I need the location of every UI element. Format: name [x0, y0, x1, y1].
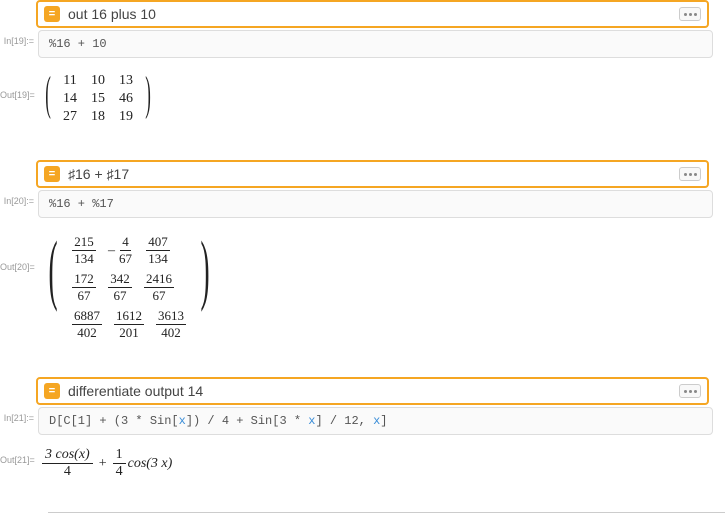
code-input-20[interactable]: %16 + %17: [38, 190, 713, 218]
output-20: ( 215134 – 46740713417267342672416676887…: [38, 226, 713, 349]
more-button[interactable]: [679, 384, 701, 398]
query-text: out 16 plus 10: [68, 6, 679, 22]
query-input-20[interactable]: = ♯16 + ♯17: [36, 160, 709, 188]
query-text: ♯16 + ♯17: [68, 166, 679, 182]
query-input-19[interactable]: = out 16 plus 10: [36, 0, 709, 28]
wolfram-icon: =: [44, 6, 60, 22]
code-input-19[interactable]: %16 + 10: [38, 30, 713, 58]
divider: [48, 512, 725, 513]
in-label: In[20]:=: [0, 190, 38, 206]
wolfram-icon: =: [44, 166, 60, 182]
out-label: Out[19]=: [0, 66, 38, 100]
cell-19: = out 16 plus 10 In[19]:= %16 + 10 Out[1…: [0, 0, 725, 132]
more-button[interactable]: [679, 7, 701, 21]
wolfram-icon: =: [44, 383, 60, 399]
query-input-21[interactable]: = differentiate output 14: [36, 377, 709, 405]
code-input-21[interactable]: D[C[1] + (3 * Sin[x]) / 4 + Sin[3 * x] /…: [38, 407, 713, 435]
query-text: differentiate output 14: [68, 383, 679, 399]
output-21: 3 cos(x)4 + 14 cos(3 x): [38, 443, 713, 484]
more-button[interactable]: [679, 167, 701, 181]
output-19: ( 111013 141546 271819 ): [38, 66, 713, 132]
out-label: Out[21]=: [0, 443, 38, 465]
out-label: Out[20]=: [0, 226, 38, 272]
in-label: In[21]:=: [0, 407, 38, 423]
in-label: In[19]:=: [0, 30, 38, 46]
cell-21: = differentiate output 14 In[21]:= D[C[1…: [0, 377, 725, 484]
cell-20: = ♯16 + ♯17 In[20]:= %16 + %17 Out[20]= …: [0, 160, 725, 349]
